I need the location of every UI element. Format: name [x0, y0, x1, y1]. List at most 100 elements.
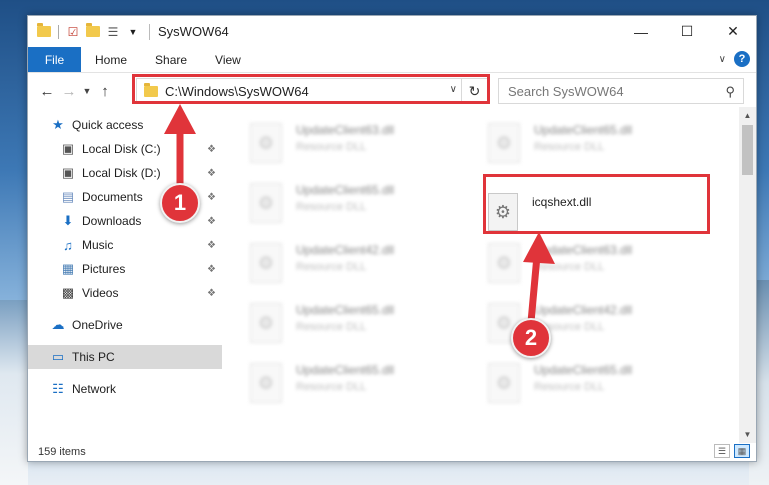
- sidebar-item-label: Local Disk (D:): [82, 166, 161, 180]
- navigation-bar: ← → ▼ ↑ C:\Windows\SysWOW64 ∨ ↻ Search S…: [28, 74, 756, 107]
- step-badge-2: 2: [511, 318, 551, 358]
- ribbon-tabs: File Home Share View ∨ ?: [28, 47, 756, 73]
- sidebar-item-label: Local Disk (C:): [82, 142, 161, 156]
- sidebar-item-onedrive[interactable]: ☁ OneDrive: [28, 313, 222, 337]
- file-name: UpdateClient63.dll: [296, 123, 395, 137]
- rename-icon[interactable]: ☰: [105, 24, 121, 40]
- scroll-up-icon[interactable]: ▲: [739, 107, 756, 124]
- desktop-background-left: [0, 300, 28, 485]
- window-title: SysWOW64: [158, 24, 229, 39]
- file-name: UpdateClient65.dll: [296, 183, 395, 197]
- sidebar-item-pictures[interactable]: ▦ Pictures ❖: [28, 257, 222, 281]
- file-list: ⚙ UpdateClient63.dll Resource DLL ⚙ Upda…: [222, 113, 738, 443]
- details-view-icon[interactable]: ☰: [714, 444, 730, 458]
- refresh-button[interactable]: ↻: [461, 79, 487, 103]
- help-icon[interactable]: ?: [734, 51, 750, 67]
- sidebar-item-label: Documents: [82, 190, 143, 204]
- file-item[interactable]: ⚙ UpdateClient65.dll Resource DLL: [222, 293, 452, 343]
- dll-file-icon: ⚙: [488, 123, 520, 163]
- item-count: 159 items: [38, 445, 86, 458]
- pin-icon[interactable]: ❖: [207, 168, 216, 179]
- up-button[interactable]: ↑: [94, 80, 116, 102]
- pin-icon[interactable]: ❖: [207, 144, 216, 155]
- file-type: Resource DLL: [534, 141, 605, 153]
- recent-locations-icon[interactable]: ▼: [80, 80, 94, 102]
- step-badge-1: 1: [160, 183, 200, 223]
- window-controls: — ☐ ✕: [618, 16, 756, 47]
- status-bar: 159 items ☰ ▦: [28, 441, 756, 462]
- minimize-button[interactable]: —: [618, 16, 664, 47]
- file-item[interactable]: ⚙ UpdateClient42.dll Resource DLL: [460, 293, 690, 343]
- forward-button[interactable]: →: [58, 80, 80, 102]
- file-item[interactable]: ⚙ UpdateClient63.dll Resource DLL: [222, 113, 452, 163]
- file-type: Resource DLL: [296, 381, 367, 393]
- network-icon: ☷: [52, 381, 64, 396]
- folder-icon: [36, 23, 52, 40]
- sidebar-item-local-disk-c[interactable]: ▣ Local Disk (C:) ❖: [28, 137, 222, 161]
- back-button[interactable]: ←: [36, 80, 58, 102]
- search-box[interactable]: Search SysWOW64 ⚲: [498, 78, 744, 104]
- pin-icon[interactable]: ❖: [207, 288, 216, 299]
- file-item[interactable]: ⚙ UpdateClient63.dll Resource DLL: [460, 233, 690, 283]
- dll-file-icon: ⚙: [488, 243, 520, 283]
- search-placeholder[interactable]: Search SysWOW64: [508, 84, 624, 99]
- dll-file-icon: ⚙: [488, 363, 520, 403]
- sidebar-item-music[interactable]: ♫ Music ❖: [28, 233, 222, 257]
- file-name: UpdateClient63.dll: [534, 243, 633, 257]
- new-folder-icon[interactable]: [85, 23, 101, 40]
- file-item[interactable]: ⚙ UpdateClient65.dll Resource DLL: [460, 113, 690, 163]
- file-name: UpdateClient65.dll: [534, 363, 633, 377]
- sidebar-item-label: Pictures: [82, 262, 126, 276]
- sidebar-item-videos[interactable]: ▩ Videos ❖: [28, 281, 222, 305]
- ribbon-right-controls: ∨ ?: [719, 51, 750, 67]
- file-item[interactable]: ⚙ UpdateClient42.dll Resource DLL: [222, 233, 452, 283]
- file-type: Resource DLL: [296, 201, 367, 213]
- tab-home[interactable]: Home: [81, 47, 141, 72]
- file-name: UpdateClient42.dll: [534, 303, 633, 317]
- sidebar-item-this-pc[interactable]: ▭ This PC: [28, 345, 222, 369]
- title-divider: [149, 23, 150, 40]
- dll-file-icon: ⚙: [488, 193, 518, 231]
- large-icons-view-icon[interactable]: ▦: [734, 444, 750, 458]
- documents-icon: ▤: [61, 189, 75, 204]
- toolbar-divider: [58, 24, 59, 39]
- file-item[interactable]: ⚙ UpdateClient65.dll Resource DLL: [460, 353, 690, 403]
- navigation-pane: ★ Quick access ▣ Local Disk (C:) ❖ ▣ Loc…: [28, 113, 222, 443]
- close-button[interactable]: ✕: [710, 16, 756, 47]
- pin-icon[interactable]: ❖: [207, 240, 216, 251]
- address-dropdown-icon[interactable]: ∨: [450, 84, 457, 95]
- file-item[interactable]: ⚙ UpdateClient65.dll Resource DLL: [222, 353, 452, 403]
- sidebar-item-local-disk-d[interactable]: ▣ Local Disk (D:) ❖: [28, 161, 222, 185]
- sidebar-item-quick-access[interactable]: ★ Quick access: [28, 113, 222, 137]
- folder-icon: [143, 82, 159, 99]
- videos-icon: ▩: [61, 285, 75, 300]
- search-icon[interactable]: ⚲: [725, 84, 735, 100]
- address-path[interactable]: C:\Windows\SysWOW64: [165, 84, 309, 99]
- explorer-window: ☑ ☰ ▼ SysWOW64 — ☐ ✕ File Home Share Vie…: [27, 15, 757, 462]
- computer-icon: ▭: [51, 349, 65, 364]
- tab-file[interactable]: File: [28, 47, 81, 72]
- properties-icon[interactable]: ☑: [65, 24, 81, 40]
- file-item-icqshext[interactable]: ⚙ icqshext.dll: [460, 173, 690, 231]
- sidebar-item-network[interactable]: ☷ Network: [28, 377, 222, 401]
- download-icon: ⬇: [62, 213, 74, 228]
- tab-share[interactable]: Share: [141, 47, 201, 72]
- file-name: UpdateClient65.dll: [296, 303, 395, 317]
- sidebar-item-label: Network: [72, 382, 117, 396]
- pin-icon[interactable]: ❖: [207, 216, 216, 227]
- sidebar-item-label: Downloads: [82, 214, 142, 228]
- expand-ribbon-icon[interactable]: ∨: [719, 54, 726, 65]
- file-item[interactable]: ⚙ UpdateClient65.dll Resource DLL: [222, 173, 452, 223]
- customize-toolbar-icon[interactable]: ▼: [125, 24, 141, 40]
- view-buttons: ☰ ▦: [714, 444, 750, 458]
- address-bar[interactable]: C:\Windows\SysWOW64 ∨ ↻: [136, 78, 488, 104]
- file-name: UpdateClient65.dll: [296, 363, 395, 377]
- pin-icon[interactable]: ❖: [207, 264, 216, 275]
- vertical-scrollbar[interactable]: ▲ ▼: [739, 107, 756, 443]
- drive-icon: ▣: [61, 165, 75, 180]
- tab-view[interactable]: View: [201, 47, 255, 72]
- pin-icon[interactable]: ❖: [207, 192, 216, 203]
- maximize-button[interactable]: ☐: [664, 16, 710, 47]
- dll-file-icon: ⚙: [250, 243, 282, 283]
- scroll-thumb[interactable]: [742, 125, 753, 175]
